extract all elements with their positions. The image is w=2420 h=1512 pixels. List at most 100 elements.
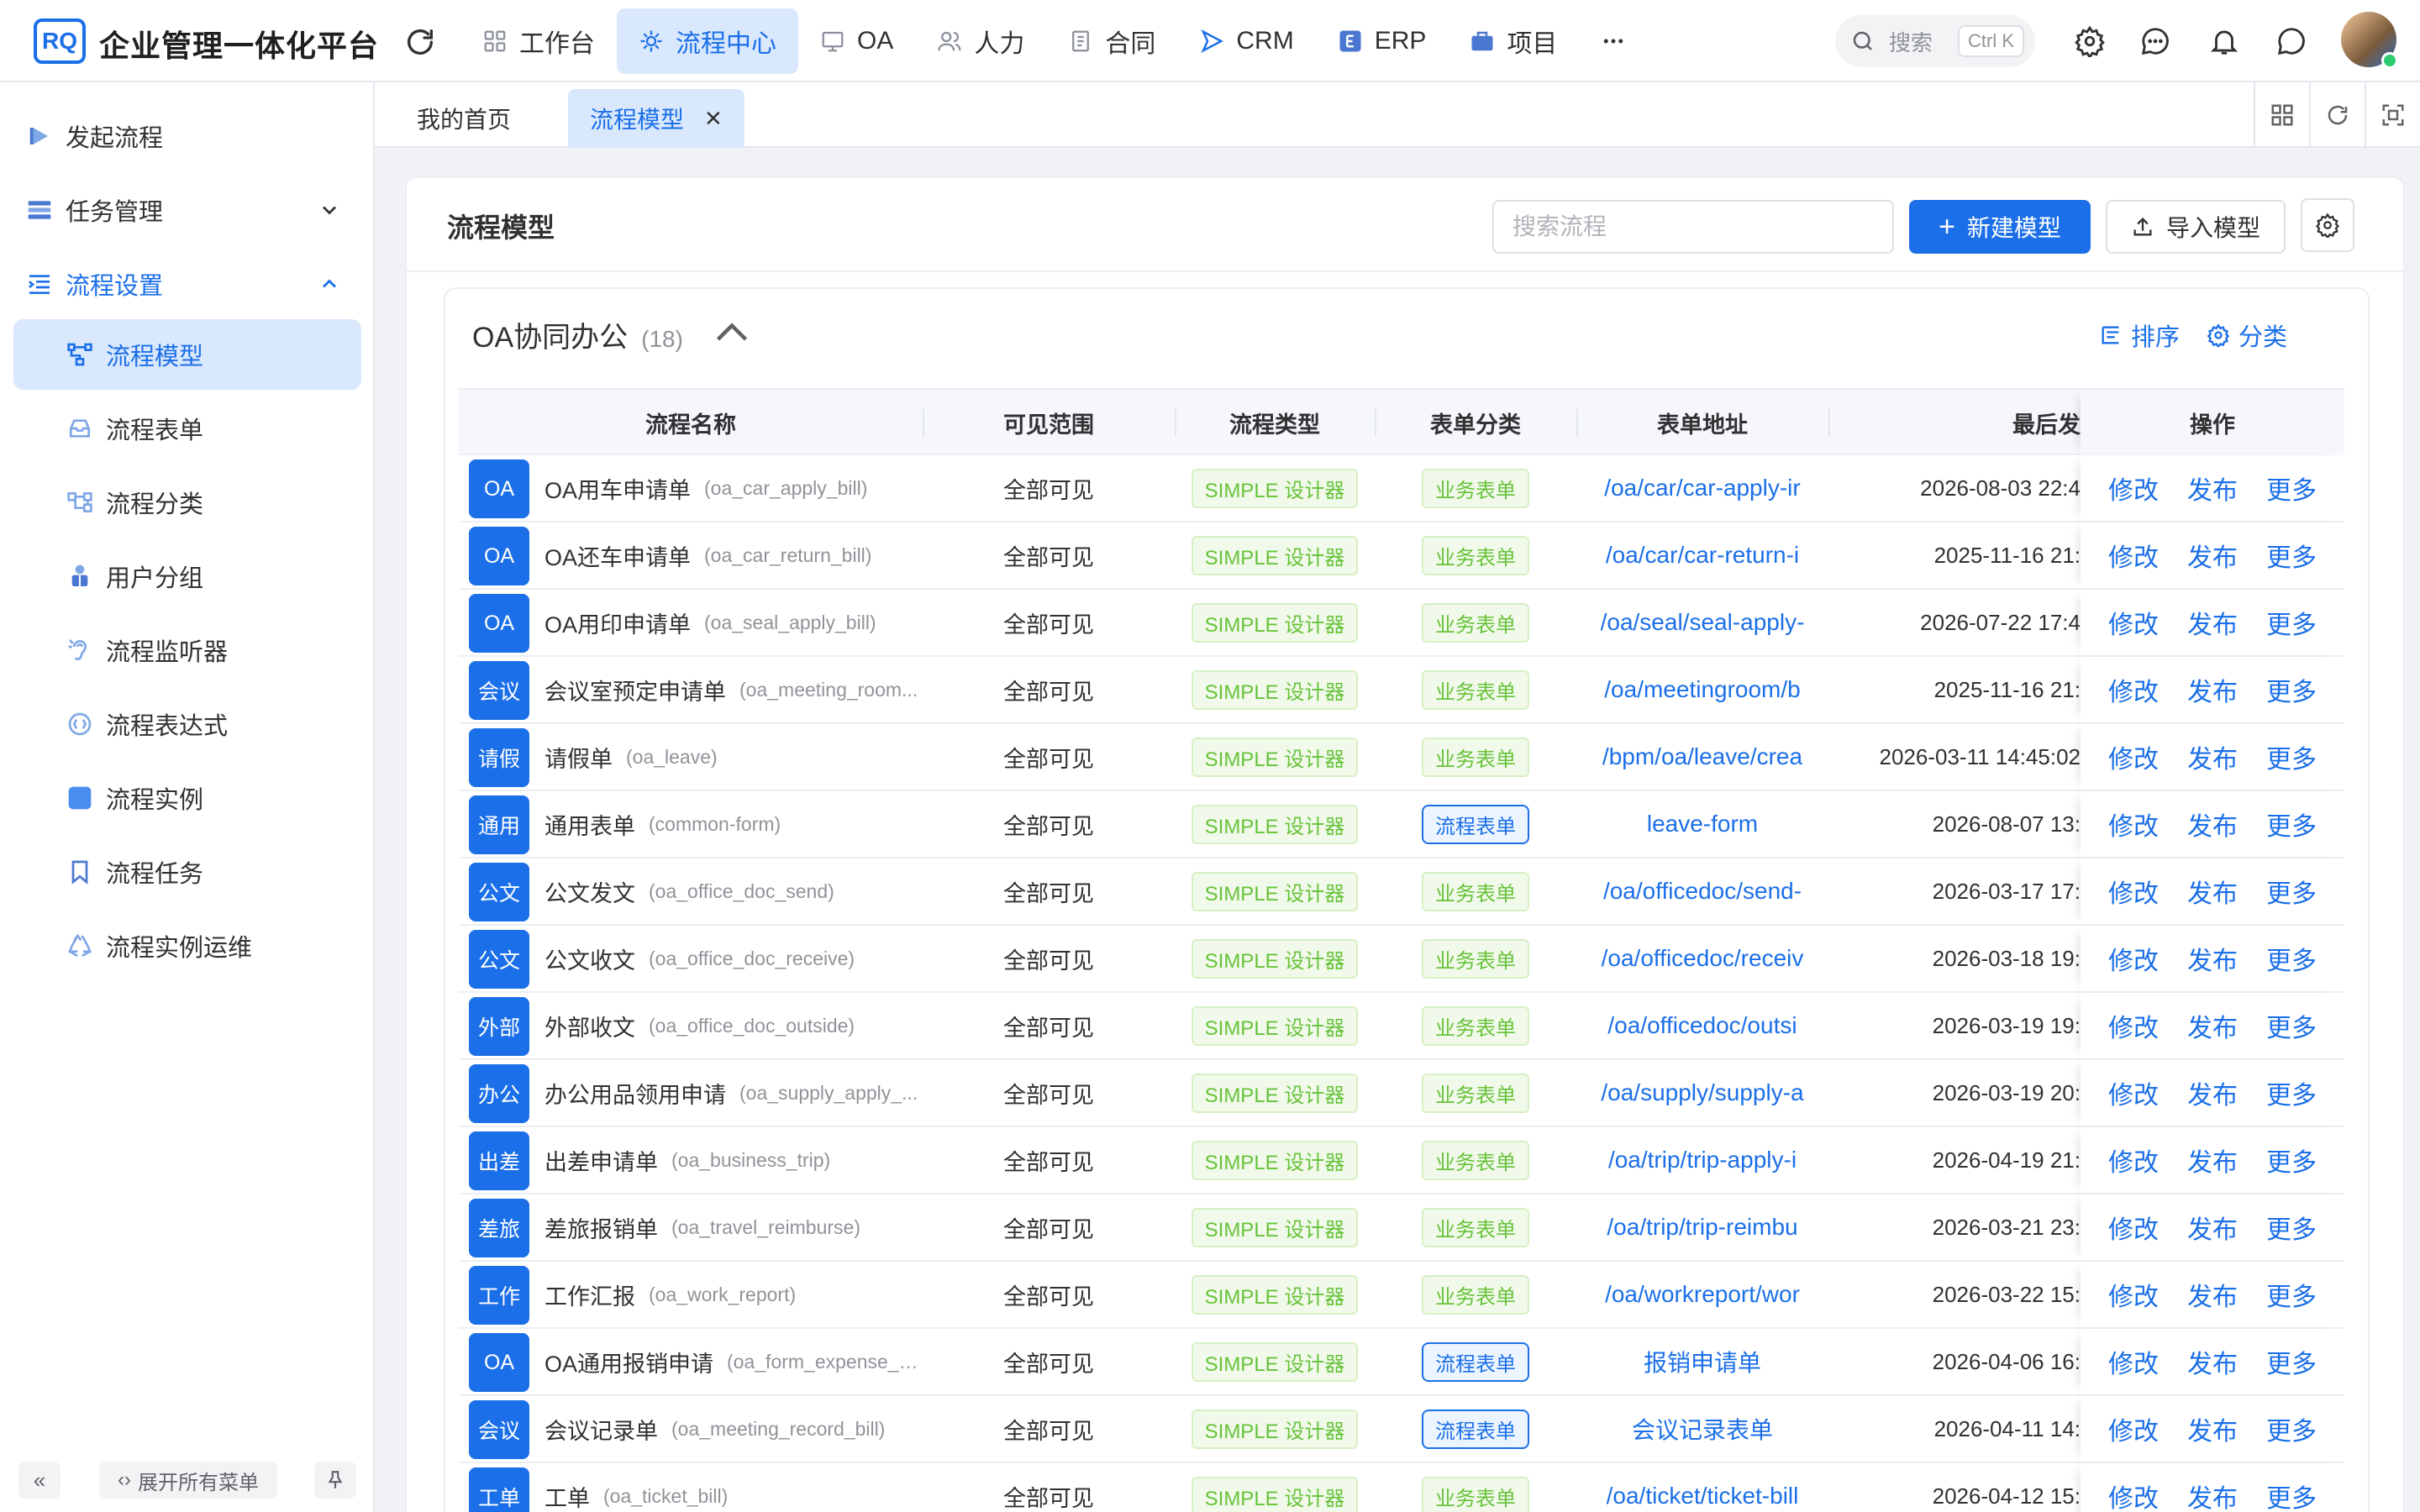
form-address-link[interactable]: /bpm/oa/leave/crea: [1602, 743, 1802, 770]
nav-more[interactable]: [1579, 8, 1648, 74]
new-model-button[interactable]: + 新建模型: [1909, 200, 2091, 254]
collapse-sidebar-button[interactable]: «: [18, 1462, 60, 1499]
more-link[interactable]: 更多: [2266, 940, 2317, 977]
expand-all-menus-button[interactable]: ‹› 展开所有菜单: [99, 1462, 277, 1499]
gear-icon[interactable]: [2074, 25, 2106, 57]
sidebar-item-process-expression[interactable]: 流程表达式: [13, 689, 361, 759]
tab-fullscreen-button[interactable]: [2365, 82, 2420, 148]
form-address-link[interactable]: /oa/workreport/wor: [1605, 1281, 1800, 1308]
avatar[interactable]: [2341, 12, 2398, 69]
publish-link[interactable]: 发布: [2187, 940, 2238, 977]
more-link[interactable]: 更多: [2266, 738, 2317, 775]
form-address-link[interactable]: 报销申请单: [1644, 1345, 1761, 1378]
more-link[interactable]: 更多: [2266, 806, 2317, 843]
more-link[interactable]: 更多: [2266, 1142, 2317, 1179]
form-address-link[interactable]: /oa/officedoc/send-: [1603, 878, 1802, 905]
sidebar-item-start-process[interactable]: 发起流程: [13, 101, 361, 171]
sidebar-item-process-settings[interactable]: 流程设置: [13, 249, 361, 319]
chevron-up-icon[interactable]: [714, 319, 750, 344]
form-address-link[interactable]: /oa/supply/supply-a: [1601, 1079, 1803, 1106]
edit-link[interactable]: 修改: [2108, 940, 2159, 977]
publish-link[interactable]: 发布: [2187, 470, 2238, 507]
form-address-link[interactable]: /oa/car/car-apply-ir: [1604, 475, 1800, 501]
edit-link[interactable]: 修改: [2108, 806, 2159, 843]
tab-process-model[interactable]: 流程模型 ✕: [568, 89, 744, 148]
more-link[interactable]: 更多: [2266, 1343, 2317, 1380]
publish-link[interactable]: 发布: [2187, 604, 2238, 641]
global-search[interactable]: 搜索 Ctrl K: [1835, 15, 2035, 67]
more-link[interactable]: 更多: [2266, 1478, 2317, 1512]
form-address-link[interactable]: leave-form: [1647, 811, 1758, 837]
edit-link[interactable]: 修改: [2108, 671, 2159, 708]
nav-project[interactable]: 项目: [1448, 8, 1579, 74]
nav-erp[interactable]: ERP: [1316, 8, 1449, 74]
pin-sidebar-button[interactable]: [314, 1462, 356, 1499]
more-link[interactable]: 更多: [2266, 470, 2317, 507]
sidebar-item-task-management[interactable]: 任务管理: [13, 175, 361, 245]
more-link[interactable]: 更多: [2266, 1209, 2317, 1246]
nav-crm[interactable]: CRM: [1177, 8, 1315, 74]
more-link[interactable]: 更多: [2266, 1410, 2317, 1447]
publish-link[interactable]: 发布: [2187, 671, 2238, 708]
tab-grid-button[interactable]: [2254, 82, 2309, 148]
form-address-link[interactable]: 会议记录表单: [1632, 1412, 1773, 1446]
publish-link[interactable]: 发布: [2187, 537, 2238, 574]
form-address-link[interactable]: /oa/officedoc/receiv: [1602, 945, 1804, 972]
publish-link[interactable]: 发布: [2187, 738, 2238, 775]
edit-link[interactable]: 修改: [2108, 738, 2159, 775]
more-link[interactable]: 更多: [2266, 537, 2317, 574]
tab-home[interactable]: 我的首页: [395, 89, 533, 148]
import-model-button[interactable]: 导入模型: [2106, 200, 2286, 254]
publish-link[interactable]: 发布: [2187, 873, 2238, 910]
search-process-input[interactable]: [1492, 200, 1894, 254]
edit-link[interactable]: 修改: [2108, 604, 2159, 641]
edit-link[interactable]: 修改: [2108, 470, 2159, 507]
edit-link[interactable]: 修改: [2108, 1343, 2159, 1380]
edit-link[interactable]: 修改: [2108, 1410, 2159, 1447]
refresh-icon[interactable]: [403, 25, 437, 59]
sidebar-item-process-task[interactable]: 流程任务: [13, 837, 361, 907]
more-link[interactable]: 更多: [2266, 671, 2317, 708]
publish-link[interactable]: 发布: [2187, 1074, 2238, 1111]
message-icon[interactable]: [2275, 25, 2307, 57]
nav-oa[interactable]: OA: [798, 8, 915, 74]
edit-link[interactable]: 修改: [2108, 1478, 2159, 1512]
form-address-link[interactable]: /oa/trip/trip-reimbu: [1607, 1214, 1797, 1241]
sidebar-item-instance-ops[interactable]: 流程实例运维: [13, 911, 361, 981]
nav-hr[interactable]: 人力: [915, 8, 1046, 74]
sidebar-item-process-form[interactable]: 流程表单: [13, 393, 361, 464]
nav-contract[interactable]: 合同: [1046, 8, 1177, 74]
sidebar-item-process-model[interactable]: 流程模型: [13, 319, 361, 390]
publish-link[interactable]: 发布: [2187, 1343, 2238, 1380]
sidebar-item-process-category[interactable]: 流程分类: [13, 467, 361, 538]
publish-link[interactable]: 发布: [2187, 1209, 2238, 1246]
edit-link[interactable]: 修改: [2108, 1007, 2159, 1044]
edit-link[interactable]: 修改: [2108, 1142, 2159, 1179]
edit-link[interactable]: 修改: [2108, 537, 2159, 574]
form-address-link[interactable]: /oa/ticket/ticket-bill: [1607, 1483, 1799, 1509]
more-link[interactable]: 更多: [2266, 873, 2317, 910]
nav-workflow-center[interactable]: 流程中心: [617, 8, 798, 74]
more-link[interactable]: 更多: [2266, 1276, 2317, 1313]
sort-button[interactable]: 排序: [2099, 318, 2180, 353]
publish-link[interactable]: 发布: [2187, 1142, 2238, 1179]
model-settings-button[interactable]: [2301, 198, 2354, 252]
form-address-link[interactable]: /oa/seal/seal-apply-: [1601, 609, 1805, 636]
more-link[interactable]: 更多: [2266, 1007, 2317, 1044]
edit-link[interactable]: 修改: [2108, 1276, 2159, 1313]
sidebar-item-user-group[interactable]: 用户分组: [13, 541, 361, 612]
chat-bubble-icon[interactable]: [2139, 25, 2171, 57]
edit-link[interactable]: 修改: [2108, 873, 2159, 910]
form-address-link[interactable]: /oa/trip/trip-apply-i: [1608, 1147, 1797, 1173]
publish-link[interactable]: 发布: [2187, 1410, 2238, 1447]
publish-link[interactable]: 发布: [2187, 1007, 2238, 1044]
edit-link[interactable]: 修改: [2108, 1209, 2159, 1246]
close-icon[interactable]: ✕: [704, 106, 723, 132]
nav-dashboard[interactable]: 工作台: [460, 8, 617, 74]
sidebar-item-process-listener[interactable]: 流程监听器: [13, 615, 361, 685]
publish-link[interactable]: 发布: [2187, 1478, 2238, 1512]
form-address-link[interactable]: /oa/car/car-return-i: [1606, 542, 1799, 569]
tab-refresh-button[interactable]: [2309, 82, 2365, 148]
more-link[interactable]: 更多: [2266, 1074, 2317, 1111]
sidebar-item-process-instance[interactable]: 流程实例: [13, 763, 361, 833]
